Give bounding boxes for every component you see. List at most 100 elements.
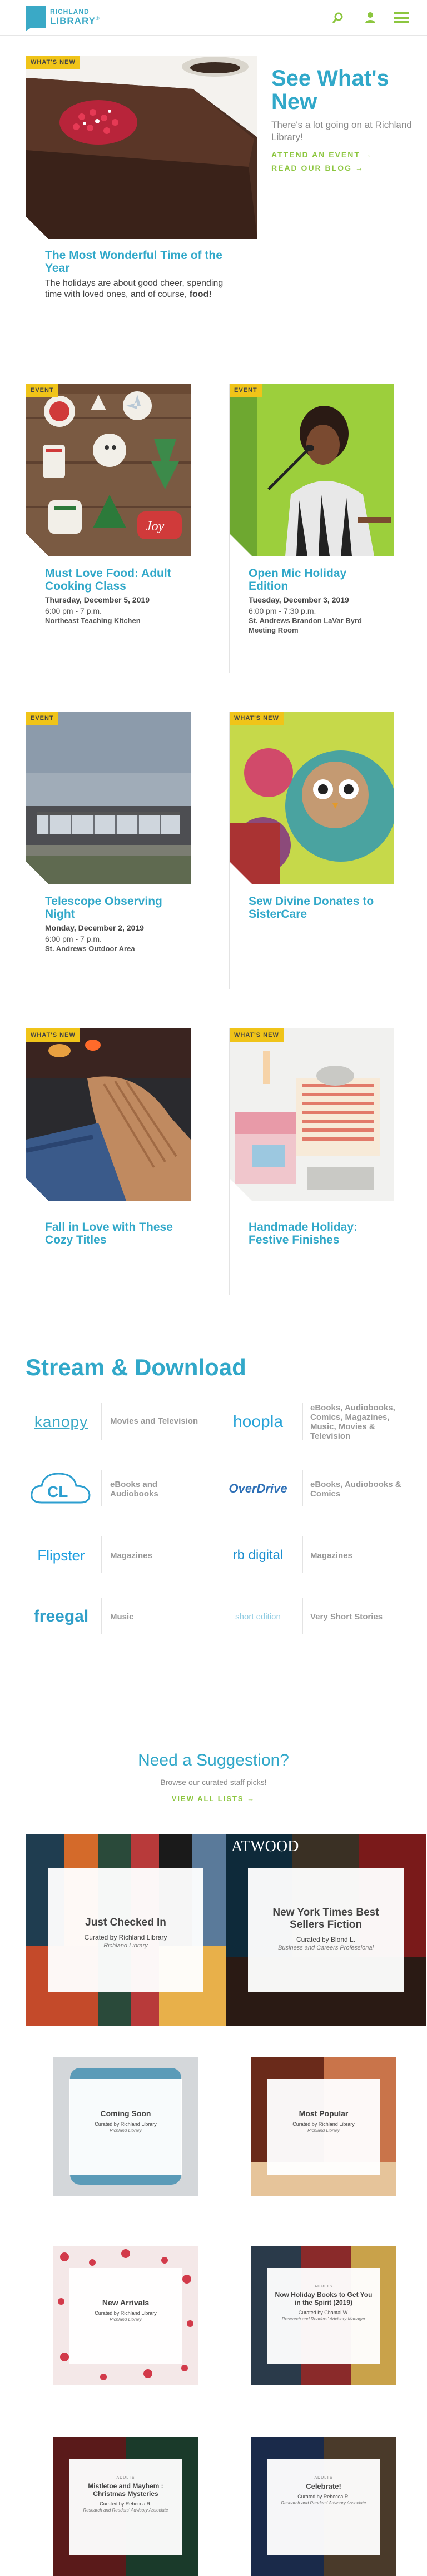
card-title[interactable]: Telescope Observing Night bbox=[45, 895, 178, 921]
list-title: New Arrivals bbox=[102, 2298, 150, 2307]
card-title[interactable]: Open Mic Holiday Edition bbox=[249, 567, 376, 593]
list-curator: Curated by Chantal W. bbox=[298, 2310, 349, 2315]
card-description: The holidays are about good cheer, spend… bbox=[45, 279, 224, 299]
card-badge: WHAT'S NEW bbox=[26, 56, 80, 69]
card-badge: EVENT bbox=[26, 384, 58, 397]
list-curator: Curated by Rebecca R. bbox=[100, 2501, 152, 2507]
list-audience: ADULTS bbox=[314, 2476, 333, 2480]
staff-list-tile[interactable]: Coming Soon Curated by Richland Library … bbox=[53, 2057, 198, 2196]
event-time: 6:00 pm - 7 p.m. bbox=[45, 934, 102, 943]
list-curator: Curated by Blond L. bbox=[296, 1936, 356, 1943]
overdrive-logo[interactable]: OverDrive bbox=[222, 1473, 294, 1504]
intro-section: See What's New There's a lot going on at… bbox=[271, 67, 416, 172]
divider bbox=[101, 1403, 102, 1440]
curator-role: Richland Library bbox=[110, 2317, 142, 2322]
list-title: New York Times Best Sellers Fiction bbox=[272, 1907, 379, 1931]
svg-text:ATWOOD: ATWOOD bbox=[231, 1838, 299, 1855]
menu-button[interactable] bbox=[393, 9, 410, 27]
divider bbox=[101, 1470, 102, 1506]
list-title: Just Checked In bbox=[85, 1917, 166, 1928]
logo-line2: LIBRARY® bbox=[50, 16, 100, 26]
card-title[interactable]: The Most Wonderful Time of the Year bbox=[45, 249, 245, 275]
staff-list-tile[interactable]: ADULTS Celebrate! Curated by Rebecca R. … bbox=[251, 2437, 396, 2576]
event-card[interactable]: EVENT Open Mic Holiday Edition Tuesday, … bbox=[229, 384, 394, 673]
hero-card[interactable]: WHAT'S NEW The Most Wonderful Time of th… bbox=[26, 56, 257, 345]
intro-text: There's a lot going on at Richland Libra… bbox=[271, 120, 412, 142]
attend-event-link[interactable]: ATTEND AN EVENT → bbox=[271, 150, 416, 159]
cozy-socks-image bbox=[26, 1028, 191, 1201]
card-badge: WHAT'S NEW bbox=[26, 1028, 80, 1042]
svg-text:Joy: Joy bbox=[146, 519, 165, 534]
curator-role: Richland Library bbox=[103, 1942, 148, 1949]
suggestion-header: Need a Suggestion? Browse our curated st… bbox=[0, 1751, 427, 1803]
blog-card[interactable]: WHAT'S NEW Fall in Love with These Cozy … bbox=[26, 1028, 191, 1295]
divider bbox=[302, 1470, 303, 1506]
event-date: Thursday, December 5, 2019 bbox=[45, 595, 150, 604]
staff-list-tile[interactable]: ADULTS Now Holiday Books to Get You in t… bbox=[251, 2246, 396, 2385]
account-button[interactable] bbox=[361, 9, 379, 27]
event-card[interactable]: EVENT Telescope Observing Night Monday, … bbox=[26, 712, 191, 989]
list-audience: ADULTS bbox=[314, 2285, 333, 2289]
site-header: RICHLAND LIBRARY® bbox=[0, 0, 427, 36]
card-title[interactable]: Sew Divine Donates to SisterCare bbox=[249, 895, 382, 921]
event-location: St. Andrews Brandon LaVar Byrd Meeting R… bbox=[249, 616, 362, 634]
stream-row: Flipster Magazines rb digital Magazines bbox=[26, 1534, 401, 1577]
card-badge: WHAT'S NEW bbox=[230, 712, 284, 725]
stream-row: freegal Music short edition Very Short S… bbox=[26, 1595, 401, 1638]
search-icon bbox=[332, 12, 343, 23]
short-edition-logo[interactable]: short edition bbox=[222, 1601, 294, 1632]
card-title[interactable]: Fall in Love with These Cozy Titles bbox=[45, 1221, 178, 1246]
suggestion-subtitle: Browse our curated staff picks! bbox=[160, 1778, 267, 1787]
stuffed-animals-image bbox=[230, 712, 394, 884]
flipster-logo[interactable]: Flipster bbox=[26, 1540, 97, 1571]
card-badge: WHAT'S NEW bbox=[230, 1028, 284, 1042]
staff-list-tile[interactable]: New Arrivals Curated by Richland Library… bbox=[53, 2246, 198, 2385]
holiday-cookies-image: Joy bbox=[26, 384, 191, 556]
user-icon bbox=[365, 12, 375, 23]
staff-list-tile[interactable]: ATWOOD New York Times Best Sellers Ficti… bbox=[226, 1834, 426, 2026]
blog-card[interactable]: WHAT'S NEW Handmade Holiday: Festive Fin… bbox=[229, 1028, 394, 1295]
divider bbox=[302, 1598, 303, 1634]
blog-card[interactable]: WHAT'S NEW Sew Divine Donates to SisterC… bbox=[229, 712, 394, 989]
view-all-lists-link[interactable]: VIEW ALL LISTS → bbox=[0, 1794, 427, 1803]
list-audience: ADULTS bbox=[116, 2476, 135, 2480]
rbdigital-logo[interactable]: rb digital bbox=[222, 1540, 294, 1571]
section-heading: See What's New bbox=[271, 66, 389, 114]
logo-mark bbox=[26, 6, 46, 31]
divider bbox=[101, 1536, 102, 1573]
card-title[interactable]: Must Love Food: Adult Cooking Class bbox=[45, 567, 178, 593]
staff-list-tile[interactable]: Most Popular Curated by Richland Library… bbox=[251, 2057, 396, 2196]
event-time: 6:00 pm - 7:30 p.m. bbox=[249, 606, 316, 615]
curator-role: Research and Readers' Advisory Associate bbox=[281, 2500, 366, 2505]
chocolate-cake-image bbox=[26, 56, 257, 239]
list-title: Now Holiday Books to Get You in the Spir… bbox=[275, 2291, 373, 2306]
suggestion-title: Need a Suggestion? bbox=[138, 1751, 289, 1769]
event-location: Northeast Teaching Kitchen bbox=[45, 616, 141, 625]
stream-row: CL eBooks and Audiobooks OverDrive eBook… bbox=[26, 1468, 401, 1510]
service-description: Magazines bbox=[310, 1551, 352, 1560]
open-mic-performer-image bbox=[230, 384, 394, 556]
service-description: eBooks and Audiobooks bbox=[110, 1480, 158, 1499]
cloudlibrary-logo[interactable]: CL bbox=[26, 1468, 97, 1510]
event-location: St. Andrews Outdoor Area bbox=[45, 944, 135, 953]
list-curator: Curated by Richland Library bbox=[95, 2121, 157, 2127]
service-description: eBooks, Audiobooks & Comics bbox=[310, 1480, 401, 1499]
curator-role: Richland Library bbox=[307, 2128, 340, 2133]
read-blog-link[interactable]: READ OUR BLOG → bbox=[271, 163, 416, 172]
hoopla-logo[interactable]: hoopla bbox=[222, 1406, 294, 1438]
freegal-logo[interactable]: freegal bbox=[26, 1601, 97, 1632]
search-button[interactable] bbox=[329, 9, 347, 27]
list-curator: Curated by Richland Library bbox=[95, 2310, 157, 2316]
cloud-library-icon: CL bbox=[31, 1473, 91, 1504]
divider bbox=[101, 1598, 102, 1634]
service-description: Magazines bbox=[110, 1551, 152, 1560]
event-card[interactable]: EVENT Joy Must Love Food: Adult Cooking … bbox=[26, 384, 191, 673]
richland-library-logo[interactable]: RICHLAND LIBRARY® bbox=[26, 6, 109, 31]
event-time: 6:00 pm - 7 p.m. bbox=[45, 606, 102, 615]
card-title[interactable]: Handmade Holiday: Festive Finishes bbox=[249, 1221, 388, 1246]
service-description: Movies and Television bbox=[110, 1416, 198, 1426]
list-title: Celebrate! bbox=[306, 2482, 341, 2490]
kanopy-logo[interactable]: kanopy bbox=[26, 1406, 97, 1438]
staff-list-tile[interactable]: Just Checked In Curated by Richland Libr… bbox=[26, 1834, 226, 2026]
staff-list-tile[interactable]: ADULTS Mistletoe and Mayhem : Christmas … bbox=[53, 2437, 198, 2576]
